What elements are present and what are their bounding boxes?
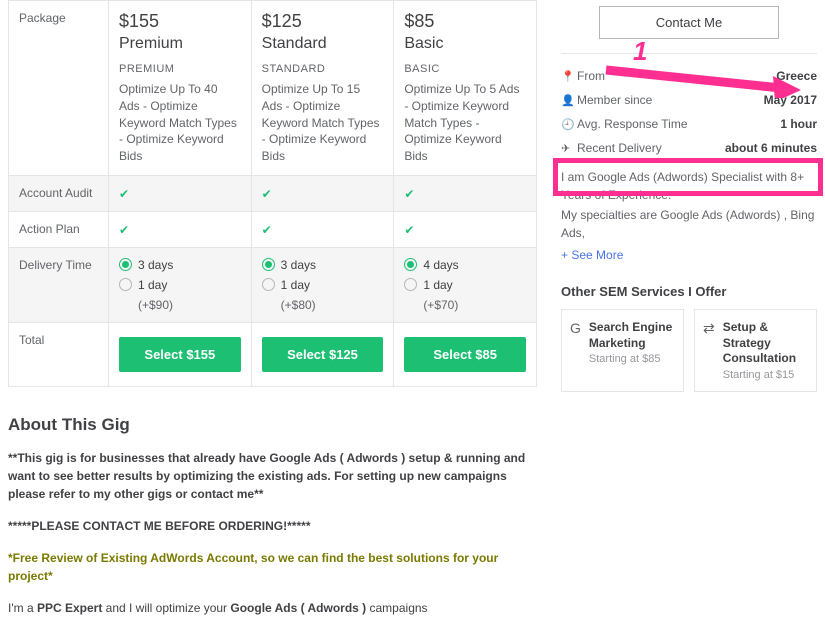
delivery-option-1day[interactable]: 1 day — [119, 278, 241, 292]
plane-icon: ✈ — [561, 142, 577, 155]
row-plan: Action Plan — [9, 211, 109, 247]
service-title: Search Engine Marketing — [589, 320, 675, 351]
tier-desc: Optimize Up To 40 Ads - Optimize Keyword… — [119, 81, 241, 165]
tier-desc: Optimize Up To 15 Ads - Optimize Keyword… — [262, 81, 384, 165]
other-services: G Search Engine Marketing Starting at $8… — [561, 309, 817, 392]
delivery-extra: (+$70) — [423, 298, 526, 312]
about-expert: I'm a PPC Expert and I will optimize you… — [8, 599, 537, 617]
radio-icon — [119, 258, 132, 271]
check-icon: ✔ — [262, 187, 272, 201]
sliders-icon: ⇄ — [703, 320, 715, 336]
radio-icon — [262, 258, 275, 271]
tier-name: Basic — [404, 35, 526, 53]
check-icon: ✔ — [119, 187, 129, 201]
delivery-option-4days[interactable]: 4 days — [404, 258, 526, 272]
delivery-option-1day[interactable]: 1 day — [404, 278, 526, 292]
seller-bio-line2: My specialties are Google Ads (Adwords) … — [561, 206, 817, 242]
delivery-option-3days[interactable]: 3 days — [119, 258, 241, 272]
annotation-arrow-icon — [601, 58, 801, 98]
annotation-highlight-box — [553, 158, 823, 196]
pin-icon: 📍 — [561, 70, 577, 83]
price: $85 — [404, 11, 526, 32]
delivery-premium: 3 days 1 day (+$90) — [109, 247, 252, 322]
tier-cap: STANDARD — [262, 63, 384, 75]
radio-icon — [262, 278, 275, 291]
row-audit: Account Audit — [9, 175, 109, 211]
check-icon: ✔ — [119, 223, 129, 237]
other-services-heading: Other SEM Services I Offer — [561, 284, 817, 299]
user-icon: 👤 — [561, 94, 577, 107]
delivery-option-3days[interactable]: 3 days — [262, 258, 384, 272]
service-title: Setup & Strategy Consultation — [723, 320, 808, 367]
delivery-option-1day[interactable]: 1 day — [262, 278, 384, 292]
delivery-extra: (+$90) — [138, 298, 241, 312]
tier-name: Premium — [119, 35, 241, 53]
about-heading: About This Gig — [8, 415, 537, 435]
check-icon: ✔ — [404, 223, 414, 237]
divider — [561, 53, 817, 54]
info-recent-delivery: ✈ Recent Delivery about 6 minutes — [561, 136, 817, 160]
pricing-table: Package $155 Premium PREMIUM Optimize Up… — [8, 0, 537, 387]
row-delivery: Delivery Time — [9, 247, 109, 322]
radio-icon — [119, 278, 132, 291]
see-more-link[interactable]: + See More — [561, 248, 623, 262]
radio-icon — [404, 278, 417, 291]
select-premium-button[interactable]: Select $155 — [119, 337, 241, 372]
clock-icon: 🕘 — [561, 118, 577, 131]
select-basic-button[interactable]: Select $85 — [404, 337, 526, 372]
price: $155 — [119, 11, 241, 32]
select-standard-button[interactable]: Select $125 — [262, 337, 384, 372]
tier-basic-head: $85 Basic BASIC Optimize Up To 5 Ads - O… — [394, 1, 537, 176]
check-icon: ✔ — [404, 187, 414, 201]
radio-icon — [404, 258, 417, 271]
tier-desc: Optimize Up To 5 Ads - Optimize Keyword … — [404, 81, 526, 165]
tier-cap: BASIC — [404, 63, 526, 75]
check-icon: ✔ — [262, 223, 272, 237]
price: $125 — [262, 11, 384, 32]
service-sub: Starting at $15 — [723, 369, 808, 381]
service-sub: Starting at $85 — [589, 353, 675, 365]
delivery-standard: 3 days 1 day (+$80) — [251, 247, 394, 322]
info-response-time: 🕘 Avg. Response Time 1 hour — [561, 112, 817, 136]
about-contact-notice: *****PLEASE CONTACT ME BEFORE ORDERING!*… — [8, 517, 537, 535]
row-package: Package — [9, 1, 109, 176]
about-free-review: *Free Review of Existing AdWords Account… — [8, 549, 537, 585]
google-icon: G — [570, 320, 581, 336]
service-card-sem[interactable]: G Search Engine Marketing Starting at $8… — [561, 309, 684, 392]
tier-name: Standard — [262, 35, 384, 53]
service-card-setup[interactable]: ⇄ Setup & Strategy Consultation Starting… — [694, 309, 817, 392]
row-total: Total — [9, 322, 109, 386]
tier-standard-head: $125 Standard STANDARD Optimize Up To 15… — [251, 1, 394, 176]
contact-me-button[interactable]: Contact Me — [599, 6, 779, 39]
tier-premium-head: $155 Premium PREMIUM Optimize Up To 40 A… — [109, 1, 252, 176]
delivery-extra: (+$80) — [281, 298, 384, 312]
tier-cap: PREMIUM — [119, 63, 241, 75]
delivery-basic: 4 days 1 day (+$70) — [394, 247, 537, 322]
about-intro: **This gig is for businesses that alread… — [8, 449, 537, 503]
